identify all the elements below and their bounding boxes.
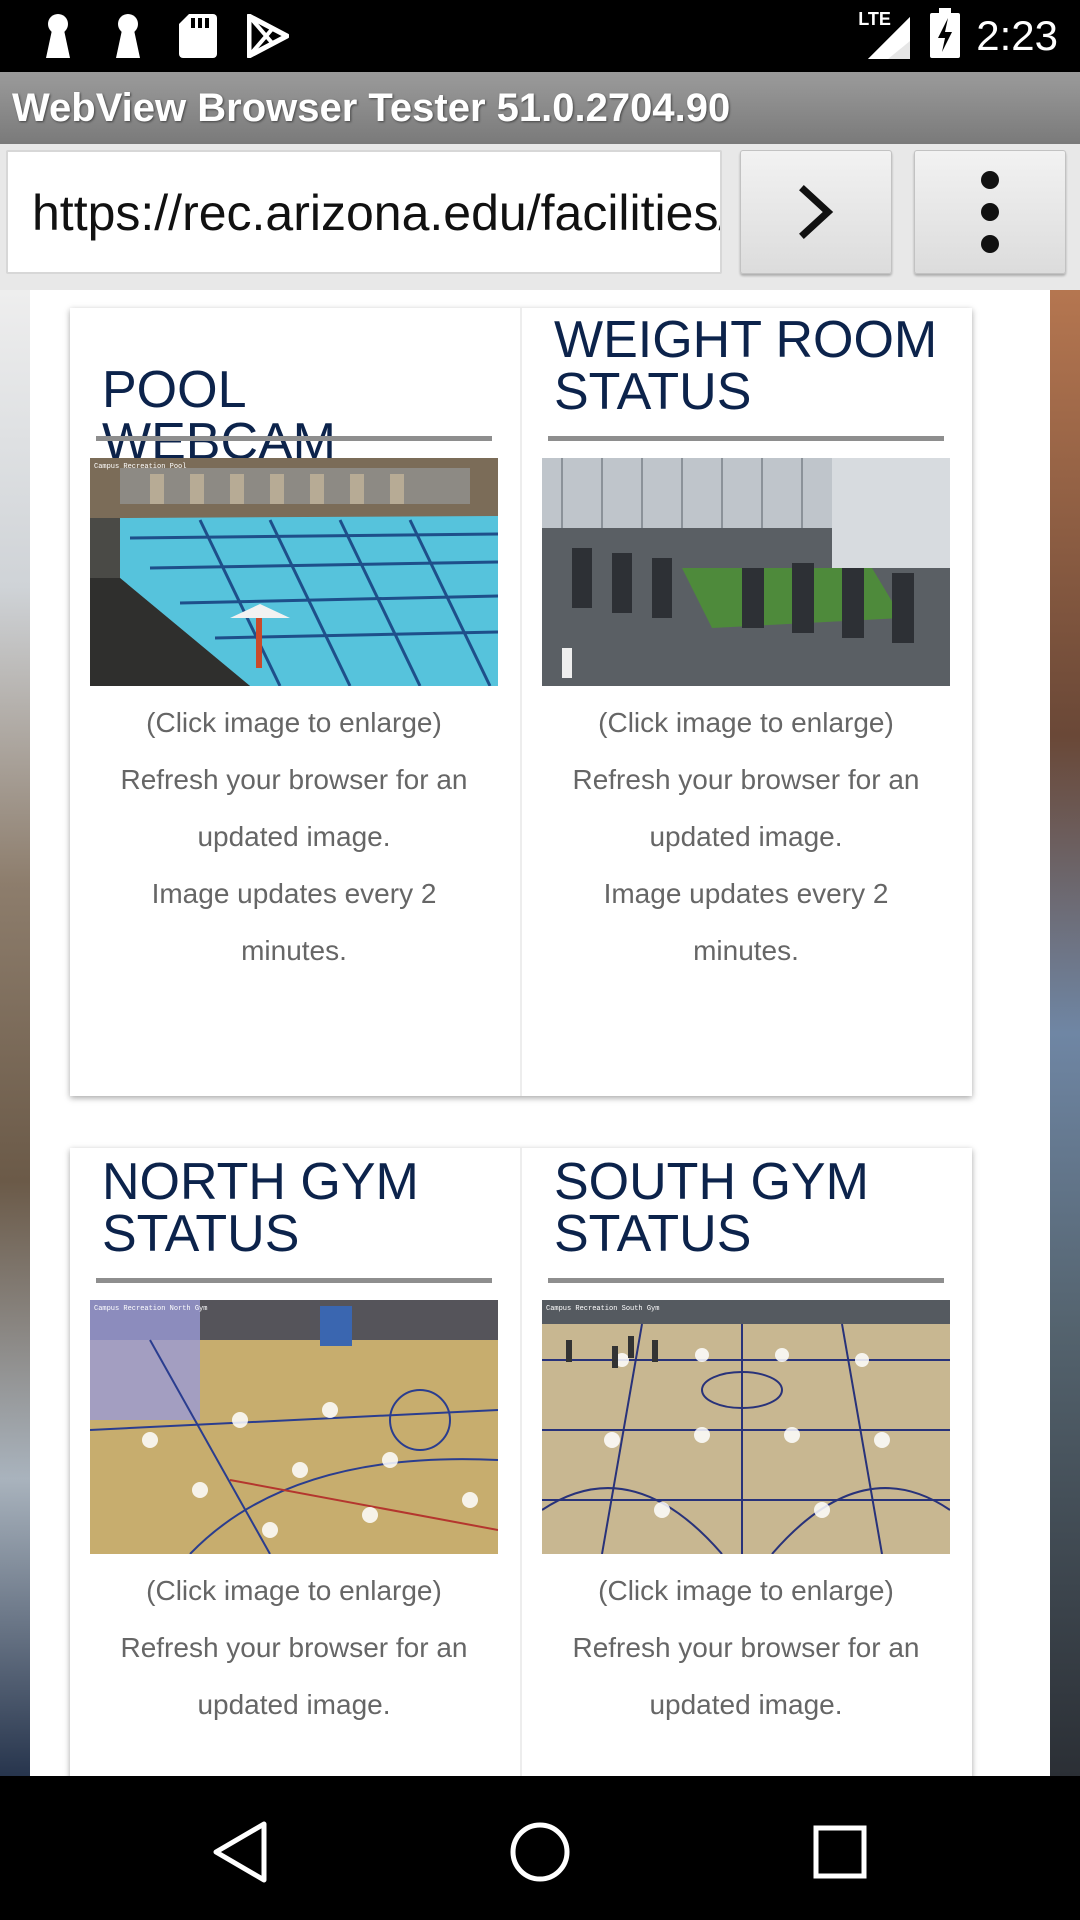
image-caption: Campus Recreation South Gym (546, 1305, 659, 1313)
tile-instructions: (Click image to enlarge) Refresh your br… (542, 694, 950, 979)
home-icon (510, 1822, 570, 1882)
status-bar: LTE 2:23 (0, 0, 1080, 72)
title-underline (96, 1278, 492, 1283)
clock: 2:23 (976, 11, 1058, 59)
page-container: POOL WEBCAM Campus Recreation Pool (Clic… (30, 290, 1050, 1776)
back-icon (213, 1821, 267, 1883)
instruction-line: updated image. (197, 1689, 391, 1720)
app-title-bar: WebView Browser Tester 51.0.2704.90 (0, 72, 1080, 144)
image-caption: Campus Recreation Pool (94, 463, 186, 471)
app-title: WebView Browser Tester 51.0.2704.90 (12, 86, 731, 130)
weight-room-tile: WEIGHT ROOM STATUS (Click image to enlar… (522, 308, 950, 1096)
instruction-line: updated image. (197, 821, 391, 852)
url-input[interactable]: https://rec.arizona.edu/facilities/webca… (6, 150, 722, 274)
instruction-line: minutes. (241, 935, 347, 966)
go-button[interactable] (740, 150, 892, 274)
more-vert-icon (981, 171, 999, 253)
chevron-right-icon (799, 185, 834, 239)
instruction-line: updated image. (649, 1689, 843, 1720)
image-caption: Campus Recreation North Gym (94, 1305, 207, 1313)
keyhole-icon (34, 12, 82, 60)
weight-room-image[interactable] (542, 458, 950, 686)
tile-title: POOL WEBCAM (102, 361, 336, 471)
instruction-line: updated image. (649, 821, 843, 852)
instruction-line: (Click image to enlarge) (598, 707, 894, 738)
instruction-line: (Click image to enlarge) (146, 1575, 442, 1606)
instruction-line: Refresh your browser for an (572, 764, 920, 795)
title-underline (96, 436, 492, 441)
south-gym-image[interactable]: Campus Recreation South Gym (542, 1300, 950, 1554)
network-type: LTE (858, 8, 891, 29)
play-store-icon (244, 12, 292, 60)
webview-content[interactable]: POOL WEBCAM Campus Recreation Pool (Clic… (0, 290, 1080, 1776)
webcam-card-row-2: NORTH GYM STATUS Campus Recreation North… (70, 1148, 972, 1776)
webcam-card-row-1: POOL WEBCAM Campus Recreation Pool (Clic… (70, 308, 972, 1096)
instruction-line: Refresh your browser for an (120, 1632, 468, 1663)
pool-webcam-image[interactable]: Campus Recreation Pool (90, 458, 498, 686)
title-underline (548, 436, 944, 441)
system-status: LTE 2:23 (858, 8, 1058, 63)
north-gym-image[interactable]: Campus Recreation North Gym (90, 1300, 498, 1554)
instruction-line: Refresh your browser for an (120, 764, 468, 795)
battery-charging-icon (930, 8, 961, 63)
instruction-line: (Click image to enlarge) (146, 707, 442, 738)
keyhole-icon (104, 12, 152, 60)
instruction-line: Image updates every 2 (151, 878, 437, 909)
pool-webcam-tile: POOL WEBCAM Campus Recreation Pool (Clic… (70, 308, 498, 1096)
instruction-line: minutes. (693, 935, 799, 966)
home-button[interactable] (500, 1812, 580, 1892)
south-gym-tile: SOUTH GYM STATUS Campus Recreation South… (522, 1148, 950, 1776)
recents-button[interactable] (800, 1812, 880, 1892)
sd-card-icon (174, 12, 222, 60)
tile-instructions: (Click image to enlarge) Refresh your br… (542, 1562, 950, 1733)
notification-icons (34, 12, 292, 60)
instruction-line: (Click image to enlarge) (598, 1575, 894, 1606)
tile-title: NORTH GYM STATUS (102, 1153, 419, 1263)
back-button[interactable] (200, 1812, 280, 1892)
background-photo-right (1050, 290, 1080, 1776)
north-gym-tile: NORTH GYM STATUS Campus Recreation North… (70, 1148, 498, 1776)
title-underline (548, 1278, 944, 1283)
instruction-line: Refresh your browser for an (572, 1632, 920, 1663)
navigation-bar (0, 1776, 1080, 1920)
browser-toolbar: https://rec.arizona.edu/facilities/webca… (0, 144, 1080, 290)
background-photo-left (0, 290, 30, 1776)
recents-icon (813, 1825, 867, 1879)
overflow-menu-button[interactable] (914, 150, 1066, 274)
lte-signal-icon: LTE (858, 8, 914, 61)
tile-title: WEIGHT ROOM STATUS (554, 311, 938, 421)
tile-instructions: (Click image to enlarge) Refresh your br… (90, 694, 498, 979)
tile-title: SOUTH GYM STATUS (554, 1153, 869, 1263)
instruction-line: Image updates every 2 (603, 878, 889, 909)
url-text: https://rec.arizona.edu/facilities/webca… (32, 185, 720, 241)
tile-instructions: (Click image to enlarge) Refresh your br… (90, 1562, 498, 1733)
